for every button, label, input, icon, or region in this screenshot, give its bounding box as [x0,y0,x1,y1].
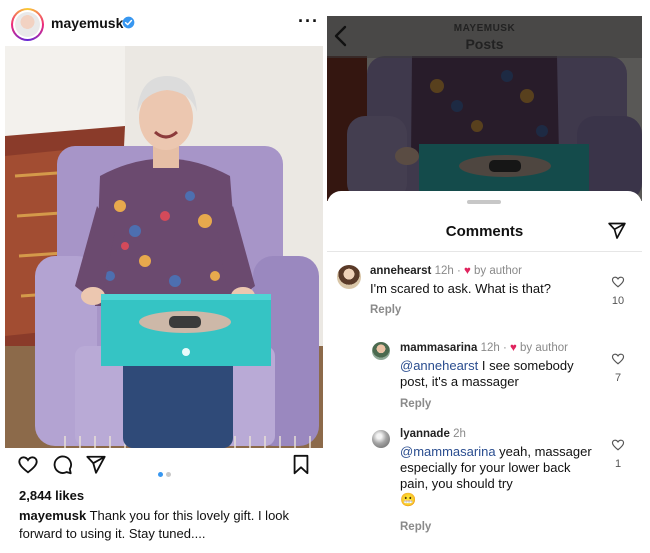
commenter-avatar[interactable] [337,265,361,289]
comments-sheet: Comments annehearst 12h · ♥ by author I'… [327,191,642,553]
comment-header: mammasarina 12h · ♥ by author [400,342,568,354]
reply-button[interactable]: Reply [400,521,431,533]
comment-like[interactable]: 7 [608,352,628,384]
reply-button[interactable]: Reply [370,304,401,316]
comment-like-count: 10 [611,295,625,307]
nav-subtitle: MAYEMUSK [453,23,516,34]
heart-icon[interactable] [17,454,39,476]
top-nav-bar: MAYEMUSK Posts [327,16,642,58]
comment-time: 2h [453,428,466,440]
comments-screen: MAYEMUSK Posts Comments annehearst 12h ·… [327,16,642,553]
divider [327,251,642,252]
by-author-label: by author [520,342,568,354]
post-header: mayemusk ··· [0,0,323,46]
post-actions [0,454,323,482]
comment-text: I'm scared to ask. What is that? [370,281,551,296]
heart-outline-icon[interactable] [611,438,625,451]
comment-username[interactable]: lyannade [400,428,450,440]
carousel-dot [166,472,171,477]
separator-dot: · [502,342,507,354]
comment-icon[interactable] [51,454,73,476]
share-icon[interactable] [85,454,107,476]
comment-time: 12h [480,342,500,354]
comment-text: @mammasarina yeah, massager especially f… [400,444,600,508]
mention-link[interactable]: @mammasarina [400,444,496,459]
commenter-avatar[interactable] [372,342,390,360]
more-horizontal-icon[interactable]: ··· [298,11,319,32]
comment-text: @annehearst I see somebody post, it's a … [400,358,595,390]
separator-dot: · [456,265,461,277]
carousel-dot-active [158,472,163,477]
comment-like-count: 7 [614,372,622,384]
post-image[interactable] [5,46,323,448]
comment-header: lyannade 2h [400,428,466,440]
verified-badge-icon [122,16,135,29]
post-panel: mayemusk ··· 2,844 likes mayemusk Thank … [0,0,323,553]
comments-title: Comments [445,223,524,240]
bookmark-icon[interactable] [291,454,311,476]
comment-like-count: 1 [614,458,622,470]
heart-outline-icon[interactable] [611,352,625,365]
send-icon[interactable] [607,221,627,241]
nav-title: Posts [465,36,504,52]
dimmed-post-background: MAYEMUSK Posts [327,16,642,201]
comment-item: mammasarina 12h · ♥ by author @annehears… [327,338,642,418]
reply-button[interactable]: Reply [400,398,431,410]
comment-header: annehearst 12h · ♥ by author [370,265,522,277]
post-caption: mayemusk Thank you for this lovely gift.… [19,507,319,543]
avatar[interactable] [11,8,44,41]
likes-count[interactable]: 2,844 likes [19,488,84,503]
comment-username[interactable]: annehearst [370,265,431,277]
grimace-emoji-icon: 😬 [400,492,417,507]
comment-like[interactable]: 1 [608,438,628,470]
carousel-dots [158,464,174,482]
heart-outline-icon[interactable] [611,275,625,288]
comment-like[interactable]: 10 [608,275,628,307]
mention-link[interactable]: @annehearst [400,358,478,373]
comment-item: lyannade 2h @mammasarina yeah, massager … [327,424,642,539]
author-heart-icon: ♥ [510,342,517,354]
author-heart-icon: ♥ [464,265,471,277]
commenter-avatar[interactable] [372,430,390,448]
by-author-label: by author [474,265,522,277]
caption-username[interactable]: mayemusk [19,508,86,523]
post-username[interactable]: mayemusk [51,15,123,31]
comment-username[interactable]: mammasarina [400,342,477,354]
drag-handle[interactable] [467,200,501,204]
comment-time: 12h [434,265,454,277]
comment-item: annehearst 12h · ♥ by author I'm scared … [327,261,642,331]
